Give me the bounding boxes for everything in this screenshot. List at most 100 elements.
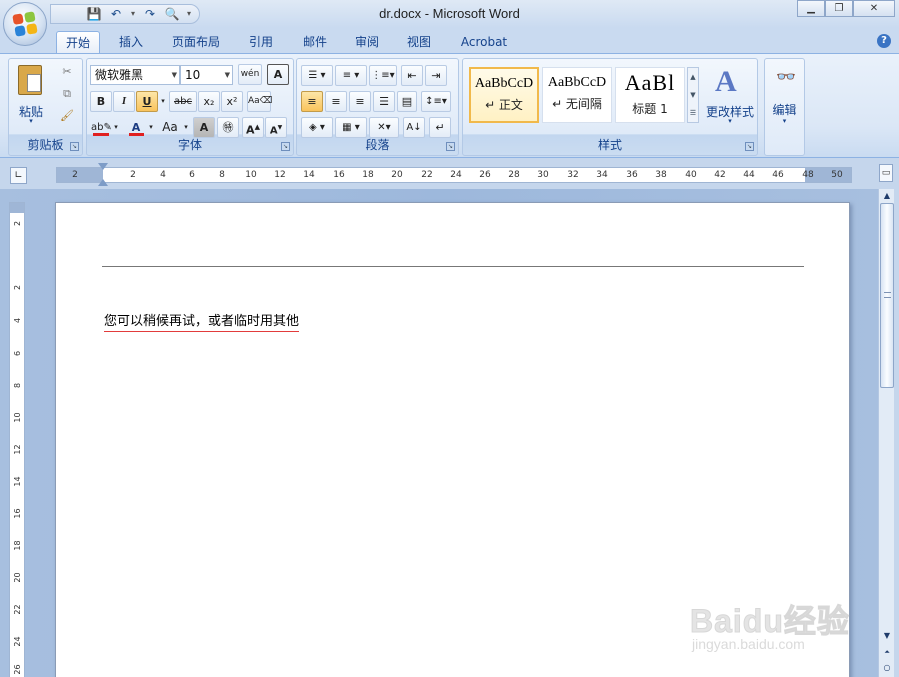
bullets-button[interactable]: ☰ ▾: [301, 65, 333, 86]
help-icon[interactable]: ?: [877, 34, 891, 48]
style-sample: AaBl: [624, 70, 676, 95]
office-button[interactable]: [3, 2, 47, 46]
font-launcher-icon[interactable]: ↘: [281, 142, 290, 151]
ruler-tick: 34: [596, 170, 608, 180]
vertical-scrollbar[interactable]: ▲ ▼ ⏶ ○: [878, 189, 894, 677]
change-case-dropdown-icon[interactable]: ▾: [182, 117, 190, 138]
gallery-more-icon[interactable]: ☰: [688, 104, 698, 122]
vertical-ruler[interactable]: 2 2 4 6 8 10 12 14 16 18 20 22 24 26: [9, 202, 25, 677]
previous-page-icon[interactable]: ⏶: [880, 645, 894, 659]
superscript-button[interactable]: x²: [221, 91, 243, 112]
tab-acrobat[interactable]: Acrobat: [454, 31, 514, 53]
shrink-font-button[interactable]: A▼: [265, 117, 287, 138]
decrease-indent-button[interactable]: ⇤: [401, 65, 423, 86]
bold-button[interactable]: B: [90, 91, 112, 112]
tab-page-layout[interactable]: 页面布局: [165, 31, 227, 53]
tab-home[interactable]: 开始: [56, 31, 100, 53]
align-center-button[interactable]: ≡: [325, 91, 347, 112]
change-styles-button[interactable]: A 更改样式 ▾: [703, 63, 757, 131]
distribute-button[interactable]: ▤: [397, 91, 417, 112]
first-line-indent-marker[interactable]: [98, 163, 108, 170]
highlight-button[interactable]: ab✎: [90, 117, 112, 138]
italic-button[interactable]: I: [113, 91, 135, 112]
body-text[interactable]: 您可以稍候再试，或者临时用其他: [104, 313, 300, 332]
grow-font-button[interactable]: A▲: [242, 117, 264, 138]
styles-launcher-icon[interactable]: ↘: [745, 142, 754, 151]
hanging-indent-marker[interactable]: [98, 179, 108, 186]
scroll-down-icon[interactable]: ▼: [880, 629, 894, 643]
shading-button[interactable]: ◈ ▾: [301, 117, 333, 138]
clear-formatting-button[interactable]: Aa⌫: [247, 91, 272, 112]
underline-button[interactable]: U: [136, 91, 158, 112]
select-browse-object-icon[interactable]: ○: [880, 661, 894, 675]
tab-references[interactable]: 引用: [240, 31, 282, 53]
paste-button[interactable]: 粘贴 ▾: [13, 61, 49, 127]
gallery-down-icon[interactable]: ▼: [688, 86, 698, 104]
vruler-tick: 4: [13, 317, 22, 324]
view-ruler-button[interactable]: ▭: [879, 164, 893, 182]
change-case-button[interactable]: Aa: [158, 117, 182, 138]
paragraph-launcher-icon[interactable]: ↘: [446, 142, 455, 151]
borders-button[interactable]: ▦ ▾: [335, 117, 367, 138]
enclose-chars-button[interactable]: ㊕: [217, 117, 239, 138]
font-name-combo[interactable]: 微软雅黑 ▼: [90, 65, 180, 85]
clipboard-group: 粘贴 ▾ ✂ ⧉ 🖌 剪贴板 ↘: [8, 58, 83, 156]
ruler-tick: 44: [743, 170, 755, 180]
tab-review[interactable]: 审阅: [346, 31, 388, 53]
gallery-up-icon[interactable]: ▲: [688, 68, 698, 86]
close-button[interactable]: ✕: [853, 0, 895, 17]
vruler-tick: 24: [13, 636, 22, 647]
cut-icon[interactable]: ✂: [57, 61, 77, 82]
restore-button[interactable]: ❐: [825, 0, 853, 17]
style-heading-1[interactable]: AaBl 标题 1: [615, 67, 685, 123]
editing-button[interactable]: 👓 编辑 ▾: [765, 63, 804, 133]
highlight-dropdown-icon[interactable]: ▾: [112, 117, 120, 138]
ruler-tick: 26: [479, 170, 491, 180]
font-name-dropdown-icon: ▼: [171, 71, 177, 79]
ruler-tick: 2: [130, 170, 136, 180]
char-shading-button[interactable]: A: [193, 117, 215, 138]
ruler-tick: 22: [421, 170, 433, 180]
minimize-button[interactable]: ▁: [797, 0, 825, 17]
style-name: ↵ 无间隔: [552, 97, 602, 111]
copy-icon[interactable]: ⧉: [57, 83, 77, 104]
horizontal-ruler[interactable]: 2 2 4 6 8 10 12 14 16 18 20 22 24 26 28 …: [56, 167, 852, 183]
scroll-thumb[interactable]: [880, 203, 894, 388]
phonetic-guide-button[interactable]: wén: [238, 64, 262, 85]
multilevel-list-button[interactable]: ⋮≡▾: [369, 65, 397, 86]
ruler-tick: 40: [685, 170, 697, 180]
sort-button[interactable]: A↓: [403, 117, 425, 138]
font-color-button[interactable]: A: [125, 117, 147, 138]
clipboard-launcher-icon[interactable]: ↘: [70, 142, 79, 151]
strikethrough-button[interactable]: abc: [169, 91, 197, 112]
ruler-tick: 36: [626, 170, 638, 180]
style-no-spacing[interactable]: AaBbCcD ↵ 无间隔: [542, 67, 612, 123]
tab-stop-selector[interactable]: ∟: [10, 167, 27, 184]
tab-mailings[interactable]: 邮件: [294, 31, 336, 53]
align-left-button[interactable]: ≡: [301, 91, 323, 112]
font-size-combo[interactable]: 10 ▼: [180, 65, 233, 85]
justify-button[interactable]: ☰: [373, 91, 395, 112]
format-painter-icon[interactable]: 🖌: [57, 105, 77, 126]
line-spacing-button[interactable]: ↕≡▾: [421, 91, 451, 112]
vruler-tick: 6: [13, 350, 22, 357]
show-marks-button[interactable]: ↵: [429, 117, 451, 138]
underline-dropdown-icon[interactable]: ▾: [159, 91, 167, 112]
numbering-button[interactable]: ≡ ▾: [335, 65, 367, 86]
styles-gallery-scroll[interactable]: ▲ ▼ ☰: [687, 67, 699, 123]
style-normal[interactable]: AaBbCcD ↵ 正文: [469, 67, 539, 123]
increase-indent-button[interactable]: ⇥: [425, 65, 447, 86]
align-right-button[interactable]: ≡: [349, 91, 371, 112]
tab-insert[interactable]: 插入: [110, 31, 152, 53]
font-size-value: 10: [185, 68, 201, 82]
chinese-layout-icon: ✕▾: [377, 122, 391, 133]
tab-view[interactable]: 视图: [398, 31, 440, 53]
scroll-up-icon[interactable]: ▲: [880, 189, 894, 203]
ruler-tick: 10: [245, 170, 257, 180]
font-group-label: 字体: [177, 138, 202, 152]
chinese-layout-button[interactable]: ✕▾: [369, 117, 399, 138]
font-color-dropdown-icon[interactable]: ▾: [147, 117, 155, 138]
vruler-tick: 16: [13, 508, 22, 519]
char-border-button[interactable]: A: [267, 64, 289, 85]
subscript-button[interactable]: x₂: [198, 91, 220, 112]
